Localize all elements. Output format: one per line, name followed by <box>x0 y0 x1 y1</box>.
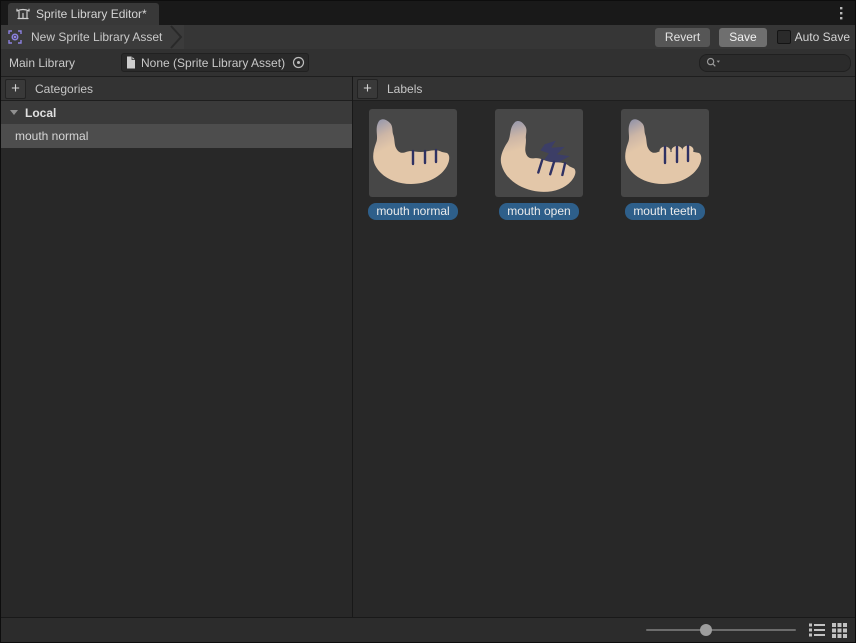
grid-view-icon[interactable] <box>830 621 848 639</box>
label-pill-mouth-open[interactable]: mouth open <box>499 203 578 220</box>
sprite-thumbnail-mouth-teeth[interactable] <box>621 109 709 197</box>
labels-panel: + Labels <box>353 76 855 617</box>
sprite-thumbnail-mouth-open[interactable] <box>495 109 583 197</box>
sprite-library-asset-icon <box>7 29 23 45</box>
category-item-label: mouth normal <box>15 129 88 143</box>
search-field[interactable] <box>699 54 851 72</box>
jaw-sprite-normal <box>369 109 457 197</box>
sprite-thumbnail-mouth-normal[interactable] <box>369 109 457 197</box>
list-view-icon[interactable] <box>808 621 826 639</box>
categories-panel: + Categories Local mouth normal <box>1 76 352 617</box>
thumbnail-size-slider[interactable] <box>646 623 796 637</box>
jaw-sprite-teeth <box>621 109 709 197</box>
toolbar: New Sprite Library Asset Revert Save Aut… <box>1 25 855 49</box>
label-pill-mouth-teeth[interactable]: mouth teeth <box>625 203 704 220</box>
kebab-menu-icon[interactable] <box>833 5 849 21</box>
content-area: + Categories Local mouth normal + Labels <box>1 76 855 617</box>
labels-header-label: Labels <box>387 82 422 96</box>
category-item-mouth-normal[interactable]: mouth normal <box>1 124 352 148</box>
add-category-button[interactable]: + <box>5 79 26 99</box>
bottom-bar <box>1 617 855 642</box>
toolbar-actions: Revert Save Auto Save <box>655 28 855 47</box>
zoom-slider-knob[interactable] <box>700 624 712 636</box>
auto-save-checkbox[interactable] <box>777 30 791 44</box>
auto-save-label: Auto Save <box>795 30 850 44</box>
category-group-label: Local <box>25 106 56 120</box>
foldout-arrow-icon <box>10 110 18 115</box>
breadcrumb[interactable]: New Sprite Library Asset <box>1 25 184 49</box>
breadcrumb-chevron-icon <box>170 25 184 49</box>
category-group-local[interactable]: Local <box>1 101 352 124</box>
object-picker-icon[interactable] <box>292 56 305 69</box>
categories-header-bar: + Categories <box>1 76 352 101</box>
categories-header-label: Categories <box>35 82 93 96</box>
main-library-label: Main Library <box>9 56 113 70</box>
jaw-sprite-open <box>495 109 583 197</box>
labels-grid: mouth normal <box>353 101 855 220</box>
search-input[interactable] <box>724 56 844 70</box>
save-button[interactable]: Save <box>719 28 766 47</box>
tab-sprite-library-editor[interactable]: Sprite Library Editor* <box>8 3 159 25</box>
sprite-library-editor-window: Sprite Library Editor* Ne <box>0 0 856 643</box>
breadcrumb-label: New Sprite Library Asset <box>31 30 162 44</box>
label-pill-mouth-normal[interactable]: mouth normal <box>368 203 457 220</box>
tab-bar: Sprite Library Editor* <box>1 1 855 25</box>
object-field-value: None (Sprite Library Asset) <box>141 56 287 70</box>
label-card-mouth-teeth[interactable]: mouth teeth <box>621 109 709 220</box>
asset-file-icon <box>126 56 136 69</box>
label-card-mouth-open[interactable]: mouth open <box>495 109 583 220</box>
label-card-mouth-normal[interactable]: mouth normal <box>369 109 457 220</box>
revert-button[interactable]: Revert <box>655 28 710 47</box>
labels-header-bar: + Labels <box>353 76 855 101</box>
main-library-object-field[interactable]: None (Sprite Library Asset) <box>121 53 309 72</box>
tab-title: Sprite Library Editor* <box>36 7 147 21</box>
add-label-button[interactable]: + <box>357 79 378 99</box>
slider-track[interactable] <box>646 629 796 631</box>
main-library-row: Main Library None (Sprite Library Asset) <box>1 49 855 76</box>
search-icon <box>706 57 721 69</box>
sprite-library-editor-icon <box>16 7 30 21</box>
